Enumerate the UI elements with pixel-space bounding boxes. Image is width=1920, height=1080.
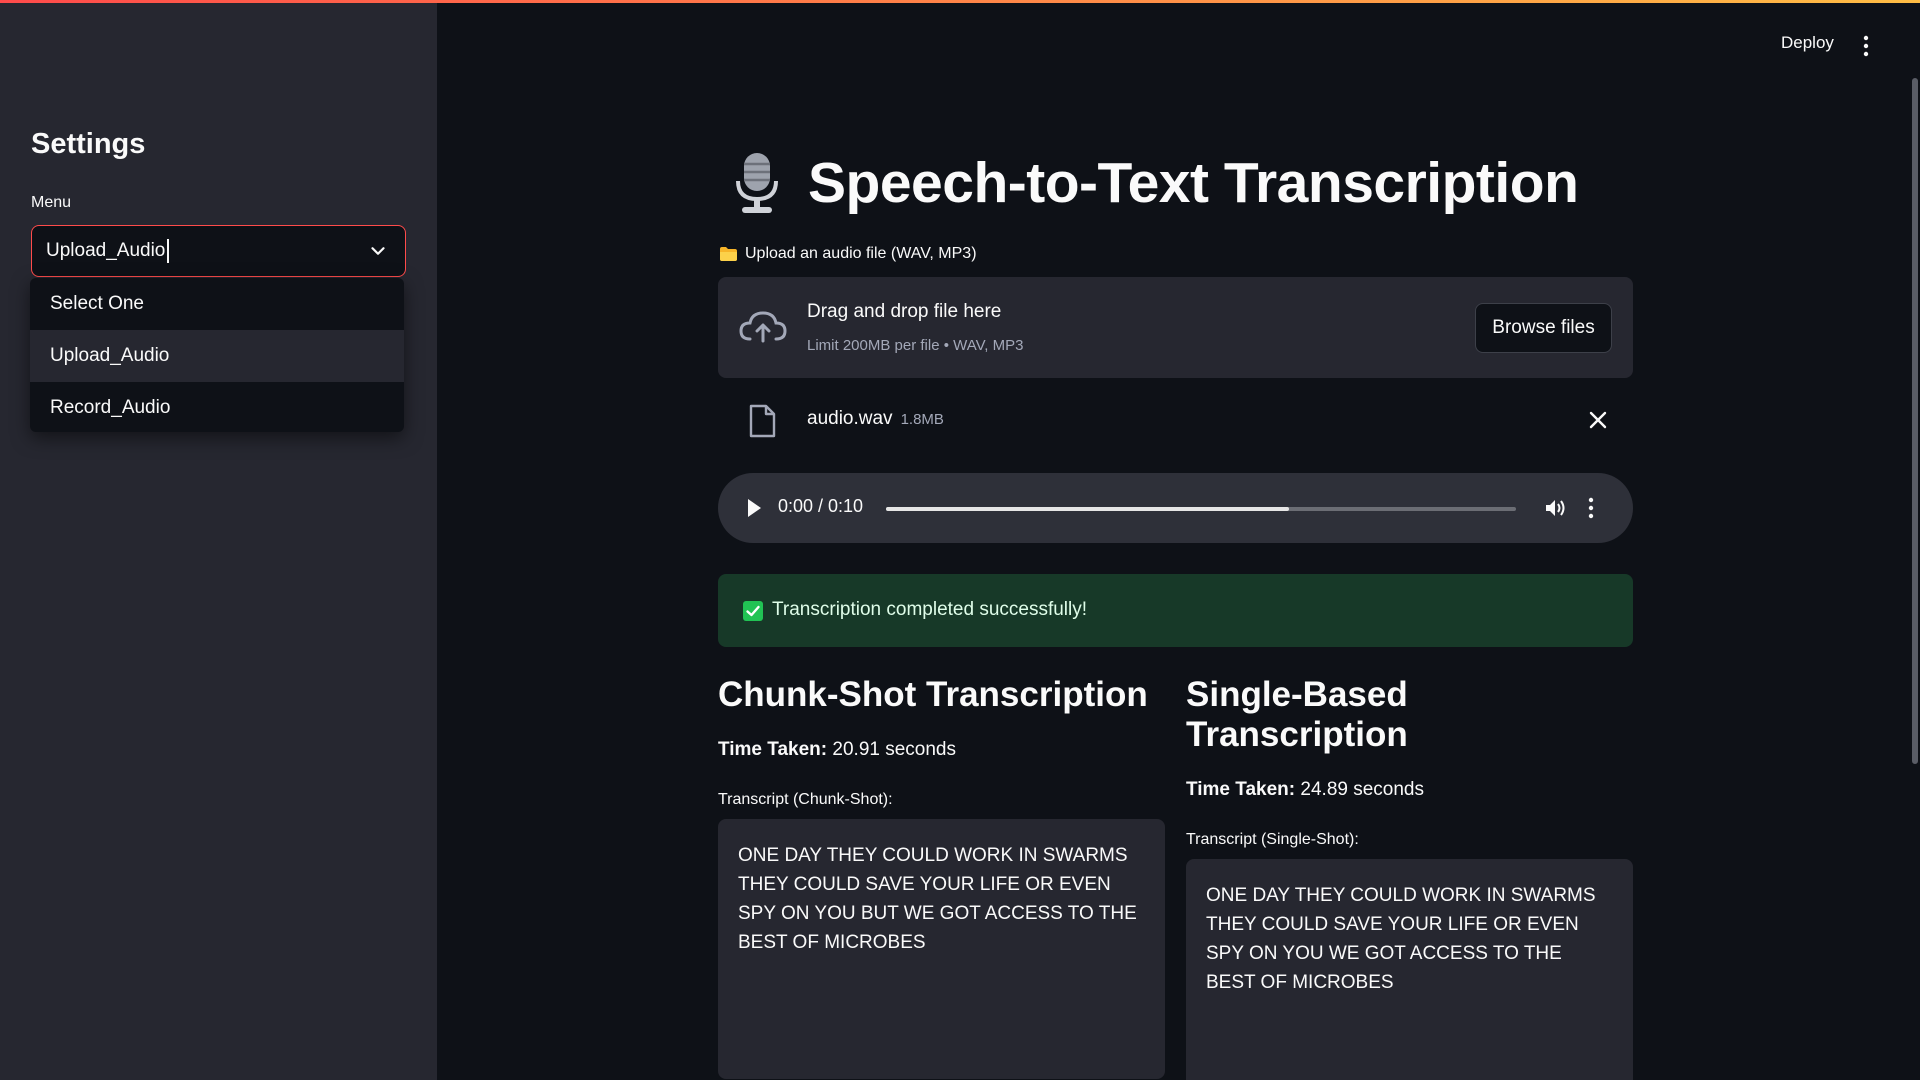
menu-label: Menu [31,194,72,211]
file-dropzone[interactable]: Drag and drop file here Limit 200MB per … [718,277,1633,378]
success-alert: Transcription completed successfully! [718,574,1633,647]
menu-option-select-one[interactable]: Select One [30,278,404,330]
chevron-down-icon[interactable] [367,240,389,262]
single-transcript-label: Transcript (Single-Shot): [1186,831,1359,848]
text-caret [167,239,169,263]
chunk-shot-column: Chunk-Shot Transcription Time Taken: 20.… [718,675,1165,1079]
dropzone-instruction: Drag and drop file here [807,301,1002,322]
audio-time: 0:00 / 0:10 [778,496,864,516]
sidebar-title: Settings [31,128,146,160]
chunk-transcript-box[interactable]: ONE DAY THEY COULD WORK IN SWARMS THEY C… [718,819,1165,1079]
file-name: audio.wav 1.8MB [807,408,944,430]
upload-label: Upload an audio file (WAV, MP3) [719,245,977,263]
sidebar: Settings Menu Upload_Audio Select One Up… [0,0,437,1080]
page-title-row: Speech-to-Text Transcription [730,150,1579,216]
more-vertical-icon[interactable] [1588,497,1594,519]
chunk-time-value: 20.91 seconds [827,739,956,760]
file-name-text: audio.wav [807,408,893,429]
single-based-time-taken: Time Taken: 24.89 seconds [1186,779,1633,801]
single-time-label: Time Taken: [1186,779,1296,800]
single-based-title: Single-Based Transcription [1186,675,1408,754]
main-menu-icon[interactable] [1862,35,1870,57]
scrollbar[interactable] [1912,78,1918,764]
chunk-time-label: Time Taken: [718,739,828,760]
audio-seek-bar[interactable] [886,507,1516,511]
file-icon [749,404,776,438]
single-time-value: 24.89 seconds [1295,779,1424,800]
success-message: Transcription completed successfully! [772,599,1088,620]
uploaded-file-row: audio.wav 1.8MB [718,398,1633,442]
page-title: Speech-to-Text Transcription [808,151,1579,215]
microphone-icon [736,153,778,213]
menu-option-record-audio[interactable]: Record_Audio [30,382,404,432]
audio-seek-fill [886,507,1290,511]
chunk-shot-title: Chunk-Shot Transcription [718,675,1148,714]
dropzone-limit: Limit 200MB per file • WAV, MP3 [807,337,1024,354]
top-decoration-bar [0,0,1920,3]
single-transcript-box[interactable]: ONE DAY THEY COULD WORK IN SWARMS THEY C… [1186,859,1633,1080]
chunk-shot-time-taken: Time Taken: 20.91 seconds [718,739,1165,761]
close-icon[interactable] [1588,410,1608,430]
single-based-column: Single-Based Transcription Time Taken: 2… [1186,675,1633,1080]
check-icon [743,601,763,621]
cloud-upload-icon [739,311,787,343]
menu-dropdown: Select One Upload_Audio Record_Audio [30,278,404,432]
menu-option-upload-audio[interactable]: Upload_Audio [30,330,404,382]
volume-icon[interactable] [1544,497,1568,519]
file-size: 1.8MB [900,411,944,428]
upload-label-text: Upload an audio file (WAV, MP3) [745,245,977,262]
play-icon[interactable] [746,498,762,518]
audio-player: 0:00 / 0:10 [718,473,1633,543]
deploy-button[interactable]: Deploy [1781,33,1834,53]
menu-select-value: Upload_Audio [46,240,166,261]
browse-files-button[interactable]: Browse files [1475,303,1612,353]
folder-icon [720,247,737,261]
menu-select[interactable]: Upload_Audio [31,225,406,277]
chunk-transcript-label: Transcript (Chunk-Shot): [718,791,893,808]
